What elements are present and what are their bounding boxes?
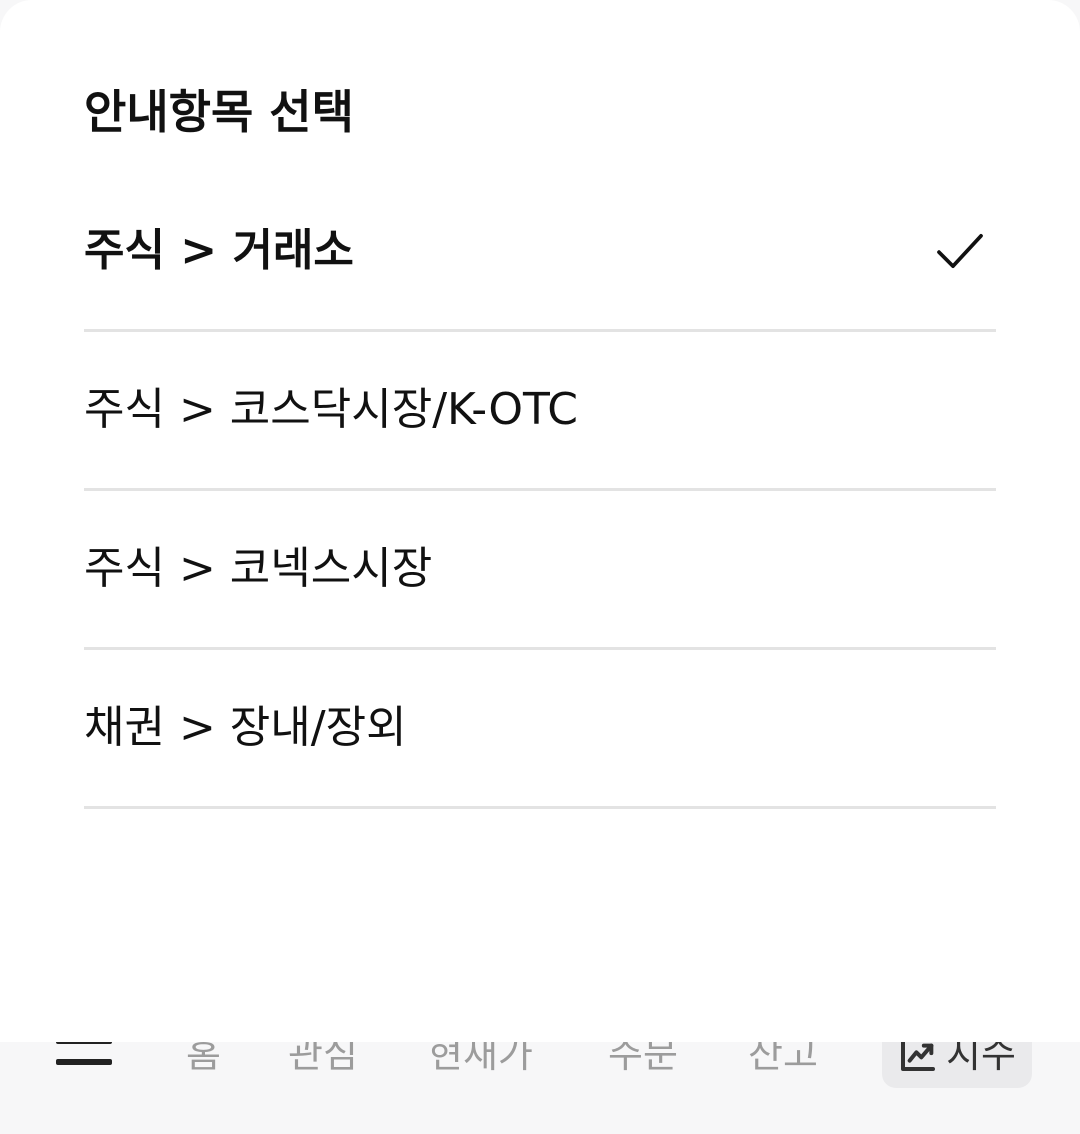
option-bond-onoff-exchange[interactable]: 채권 > 장내/장외: [84, 649, 996, 809]
option-label: 주식 > 거래소: [84, 224, 354, 276]
check-icon: [937, 233, 983, 268]
hamburger-menu-icon[interactable]: [56, 1038, 112, 1078]
option-label: 주식 > 코스닥시장/K-OTC: [84, 383, 579, 435]
sheet-title: 안내항목 선택: [84, 85, 354, 139]
option-stock-konex[interactable]: 주식 > 코넥스시장: [84, 490, 996, 650]
selection-bottom-sheet: 안내항목 선택 주식 > 거래소 주식 > 코스닥시장/K-OTC 주식 > 코…: [0, 0, 1080, 1042]
option-label: 주식 > 코넥스시장: [84, 542, 433, 594]
screen: 홈 관심 현재가 주문 잔고 지수 안내항목 선택 주식 > 거래소 주식 > …: [0, 0, 1080, 1134]
option-stock-exchange[interactable]: 주식 > 거래소: [84, 172, 996, 332]
option-label: 채권 > 장내/장외: [84, 701, 407, 753]
option-stock-kosdaq-kotc[interactable]: 주식 > 코스닥시장/K-OTC: [84, 331, 996, 491]
